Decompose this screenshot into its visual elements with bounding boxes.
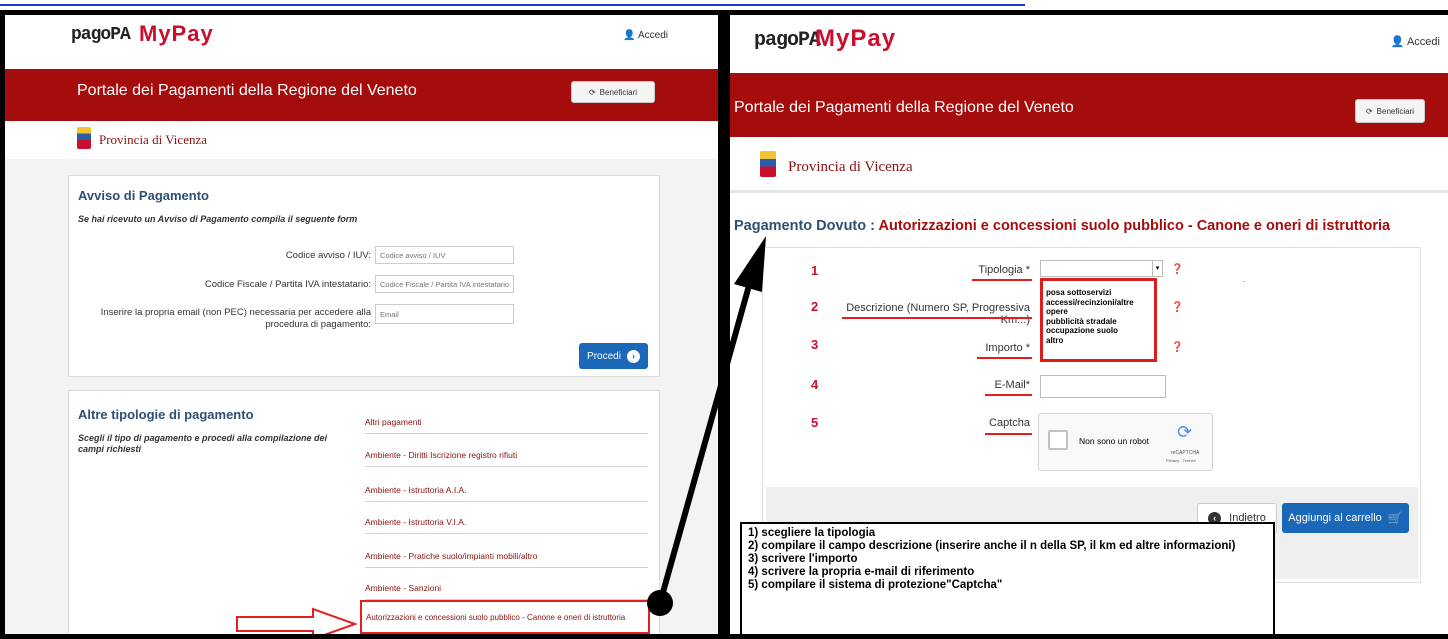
payment-type-item[interactable]: Ambiente - Pratiche suolo/impianti mobil… — [365, 551, 648, 568]
page-heading: Pagamento Dovuto : Autorizzazioni e conc… — [734, 218, 1390, 234]
heading-main: Autorizzazioni e concessioni suolo pubbl… — [878, 218, 1391, 234]
red-underline — [842, 317, 1032, 319]
refresh-icon: ⟳ — [588, 87, 596, 97]
instruction-line: 5) compilare il sistema di protezione"Ca… — [748, 579, 1003, 591]
login-link[interactable]: 👤 Accedi — [1391, 35, 1440, 48]
mypay-logo: MyPay — [139, 21, 214, 46]
instruction-line: 4) scrivere la propria e-mail di riferim… — [748, 566, 975, 578]
payment-type-item[interactable]: Ambiente - Istruttoria A.I.A. — [365, 485, 648, 502]
tipologia-select[interactable]: ▾ — [1040, 260, 1163, 277]
email-label: Inserire la propria email (non PEC) nece… — [100, 307, 371, 330]
descrizione-label: Descrizione (Numero SP, Progressiva Km..… — [846, 302, 1030, 326]
coat-of-arms-icon — [760, 151, 776, 177]
beneficiari-button[interactable]: ⟳ Beneficiari — [1355, 99, 1425, 123]
tipologia-label: Tipologia * — [978, 264, 1030, 276]
portal-title: Portale dei Pagamenti della Regione del … — [77, 82, 417, 99]
help-icon[interactable]: ❓ — [1171, 342, 1183, 353]
left-screenshot-panel: pagoPA MyPay 👤 Accedi Portale dei Pagame… — [0, 10, 727, 639]
aggiungi-carrello-button[interactable]: Aggiungi al carrello 🛒 — [1282, 503, 1409, 533]
option[interactable]: occupazione suolo — [1046, 326, 1152, 336]
codice-fiscale-input[interactable] — [375, 275, 514, 293]
right-screenshot-panel: pagoPA MyPay 👤 Accedi Portale dei Pagame… — [727, 10, 1448, 639]
tipologia-options[interactable]: posa sottoservizi accessi/recinzioni/alt… — [1040, 278, 1157, 362]
recaptcha-text: Non sono un robot — [1079, 436, 1149, 446]
help-icon[interactable]: ❓ — [1171, 264, 1183, 275]
portal-bar: Portale dei Pagamenti della Regione del … — [730, 73, 1448, 137]
procedi-button[interactable]: Procedi › — [579, 343, 648, 369]
cart-icon: 🛒 — [1387, 511, 1403, 525]
aggiungi-label: Aggiungi al carrello — [1288, 512, 1382, 524]
captcha-label: Captcha — [989, 417, 1030, 429]
red-underline — [985, 433, 1032, 435]
instructions-note: 1) scegliere la tipologia 2) compilare i… — [740, 522, 1275, 634]
step-number: 5 — [811, 415, 819, 430]
instruction-line: 3) scrivere l'importo — [748, 553, 858, 565]
beneficiari-button[interactable]: ⟳ Beneficiari — [571, 81, 655, 103]
step-number: 4 — [811, 377, 819, 392]
pointer-arrow-icon — [236, 607, 358, 634]
red-underline — [985, 394, 1032, 396]
provincia-name: Provincia di Vicenza — [99, 132, 207, 147]
avviso-box: Avviso di Pagamento Se hai ricevuto un A… — [68, 175, 660, 377]
pagopa-logo: pagoPA — [754, 29, 821, 52]
heading-prefix: Pagamento Dovuto : — [734, 218, 879, 234]
option[interactable]: accessi/recinzioni/altre opere — [1046, 298, 1152, 317]
step-number: 2 — [811, 299, 819, 314]
red-underline — [977, 357, 1032, 359]
importo-label: Importo * — [985, 342, 1030, 354]
email-input[interactable] — [375, 304, 514, 324]
codice-fiscale-label: Codice Fiscale / Partita IVA intestatari… — [204, 279, 371, 290]
divider — [730, 190, 1448, 193]
login-label: Accedi — [1406, 36, 1440, 48]
step-number: 3 — [811, 337, 819, 352]
dot: . — [1243, 275, 1246, 284]
option[interactable]: posa sottoservizi — [1046, 288, 1152, 298]
login-link[interactable]: 👤 Accedi — [623, 30, 668, 41]
payment-type-item[interactable]: Ambiente - Diritti Iscrizione registro r… — [365, 450, 648, 467]
portal-bar: Portale dei Pagamenti della Regione del … — [5, 69, 718, 121]
payment-type-item[interactable]: Ambiente - Istruttoria V.I.A. — [365, 517, 648, 534]
recaptcha-links[interactable]: Privacy - Termini — [1166, 458, 1196, 463]
codice-avviso-label: Codice avviso / IUV: — [285, 250, 371, 261]
avviso-title: Avviso di Pagamento — [78, 188, 209, 203]
beneficiari-label: Beneficiari — [599, 87, 638, 97]
option[interactable]: pubblicità stradale — [1046, 317, 1152, 327]
payment-type-item[interactable]: Ambiente - Sanzioni — [365, 583, 648, 600]
arrow-right-icon: › — [626, 349, 640, 363]
altre-subtitle: Scegli il tipo di pagamento e procedi al… — [78, 433, 328, 454]
instruction-line: 2) compilare il campo descrizione (inser… — [748, 540, 1236, 552]
altre-title: Altre tipologie di pagamento — [78, 407, 254, 422]
help-icon[interactable]: ❓ — [1171, 302, 1183, 313]
login-label: Accedi — [637, 30, 668, 41]
recaptcha-brand: reCAPTCHA — [1171, 450, 1200, 456]
recaptcha-logo-icon: ⟳ — [1177, 422, 1193, 442]
email-label: E-Mail* — [994, 379, 1030, 391]
recaptcha-checkbox[interactable] — [1048, 430, 1068, 450]
email-input[interactable] — [1040, 375, 1166, 398]
instruction-line: 1) scegliere la tipologia — [748, 527, 876, 539]
user-icon: 👤 — [1390, 36, 1405, 48]
payment-type-item[interactable]: Altri pagamenti — [365, 417, 648, 434]
codice-avviso-input[interactable] — [375, 246, 514, 264]
red-underline — [972, 279, 1032, 281]
user-icon: 👤 — [623, 30, 636, 41]
payment-type-item-selected[interactable]: Autorizzazioni e concessioni suolo pubbl… — [360, 600, 650, 634]
provincia-name: Provincia di Vicenza — [788, 159, 913, 175]
dropdown-arrow-icon: ▾ — [1152, 261, 1162, 276]
beneficiari-label: Beneficiari — [1376, 106, 1415, 116]
top-link-underline — [0, 0, 1025, 6]
coat-of-arms-icon — [77, 127, 91, 149]
mypay-logo: MyPay — [815, 25, 897, 52]
top-header: pagoPA MyPay 👤 Accedi — [5, 15, 718, 57]
step-number: 1 — [811, 263, 819, 278]
procedi-label: Procedi — [587, 350, 621, 362]
recaptcha-widget: Non sono un robot ⟳ reCAPTCHA Privacy - … — [1038, 413, 1213, 471]
avviso-subtitle: Se hai ricevuto un Avviso di Pagamento c… — [78, 214, 358, 224]
portal-title: Portale dei Pagamenti della Regione del … — [734, 99, 1074, 116]
option[interactable]: altro — [1046, 336, 1152, 346]
pagopa-logo: pagoPA — [71, 25, 131, 45]
refresh-icon: ⟳ — [1365, 106, 1373, 116]
